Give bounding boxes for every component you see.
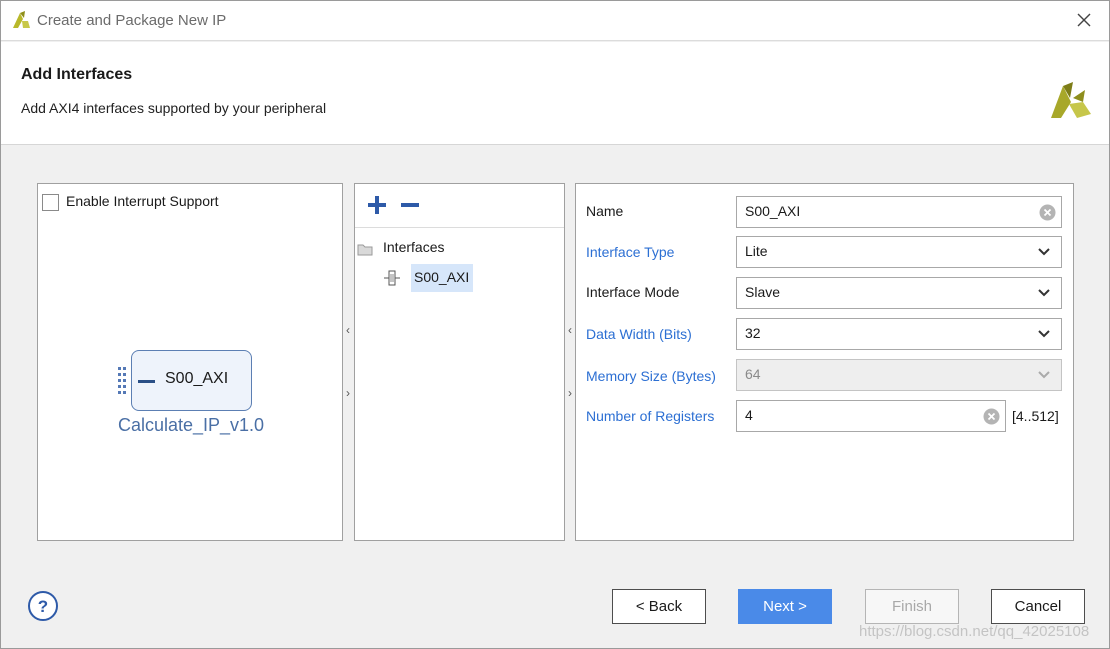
tree-item-s00-axi[interactable]: S00_AXI — [411, 264, 473, 292]
name-field[interactable]: S00_AXI — [736, 196, 1062, 228]
interface-type-label: Interface Type — [586, 244, 675, 260]
tree-root-label[interactable]: Interfaces — [383, 239, 444, 255]
cancel-button[interactable]: Cancel — [991, 589, 1085, 624]
page-subtitle: Add AXI4 interfaces supported by your pe… — [21, 100, 327, 116]
interface-mode-label: Interface Mode — [586, 284, 680, 300]
interfaces-tree-panel: Interfaces S00_AXI — [354, 183, 565, 541]
port-grip-icon — [118, 367, 126, 395]
block-port-label: S00_AXI — [165, 370, 229, 387]
block-preview-panel: Enable Interrupt Support S00_AXI Calcula… — [37, 183, 343, 541]
clear-icon[interactable] — [1039, 204, 1056, 221]
dialog-window: Create and Package New IP Add Interfaces… — [0, 0, 1110, 649]
ip-name-label: Calculate_IP_v1.0 — [117, 415, 265, 435]
next-button[interactable]: Next > — [738, 589, 832, 624]
watermark-text: https://blog.csdn.net/qq_42025108 — [859, 623, 1090, 640]
page-title: Add Interfaces — [21, 66, 133, 83]
folder-icon — [357, 244, 373, 256]
data-width-value: 32 — [745, 325, 761, 341]
add-interface-icon[interactable] — [365, 193, 389, 217]
number-of-registers-field[interactable]: 4 — [736, 400, 1006, 432]
ip-block-symbol: S00_AXI — [131, 350, 252, 411]
expand-right-icon[interactable]: › — [346, 386, 350, 400]
memory-size-select: 64 — [736, 359, 1062, 391]
finish-button: Finish — [865, 589, 959, 624]
memory-size-value: 64 — [745, 366, 761, 382]
name-label: Name — [586, 203, 624, 219]
back-button[interactable]: < Back — [612, 589, 706, 624]
data-width-label: Data Width (Bits) — [586, 326, 692, 342]
number-of-registers-label: Number of Registers — [586, 408, 715, 424]
title-bar: Create and Package New IP — [1, 1, 1109, 41]
collapse-left-icon[interactable]: ‹ — [568, 323, 572, 337]
interface-mode-value: Slave — [745, 284, 781, 300]
collapse-icon — [138, 380, 155, 383]
close-icon[interactable] — [1073, 9, 1095, 31]
chevron-down-icon — [1038, 371, 1050, 379]
tree-toolbar — [355, 184, 564, 228]
chevron-down-icon — [1038, 248, 1050, 256]
enable-interrupt-checkbox[interactable] — [42, 194, 59, 211]
expand-right-icon[interactable]: › — [568, 386, 572, 400]
remove-interface-icon[interactable] — [398, 193, 422, 217]
chevron-down-icon — [1038, 330, 1050, 338]
collapse-left-icon[interactable]: ‹ — [346, 323, 350, 337]
data-width-select[interactable]: 32 — [736, 318, 1062, 350]
memory-size-label: Memory Size (Bytes) — [586, 368, 716, 384]
registers-range-label: [4..512] — [1012, 408, 1059, 424]
bus-interface-icon — [384, 270, 400, 286]
svg-text:?: ? — [38, 597, 48, 616]
vivado-logo-icon — [13, 11, 30, 28]
chevron-down-icon — [1038, 289, 1050, 297]
enable-interrupt-label: Enable Interrupt Support — [66, 193, 219, 209]
interface-type-select[interactable]: Lite — [736, 236, 1062, 268]
page-header: Add Interfaces Add AXI4 interfaces suppo… — [1, 42, 1109, 145]
interface-properties-panel: Name S00_AXI Interface Type Lite Interfa… — [575, 183, 1074, 541]
interface-type-value: Lite — [745, 243, 768, 259]
vivado-logo-icon — [1051, 82, 1091, 118]
help-icon[interactable]: ? — [27, 590, 59, 622]
window-title: Create and Package New IP — [37, 12, 227, 29]
name-value: S00_AXI — [745, 203, 801, 219]
number-of-registers-value: 4 — [745, 407, 753, 423]
clear-icon[interactable] — [983, 408, 1000, 425]
interface-mode-select[interactable]: Slave — [736, 277, 1062, 309]
